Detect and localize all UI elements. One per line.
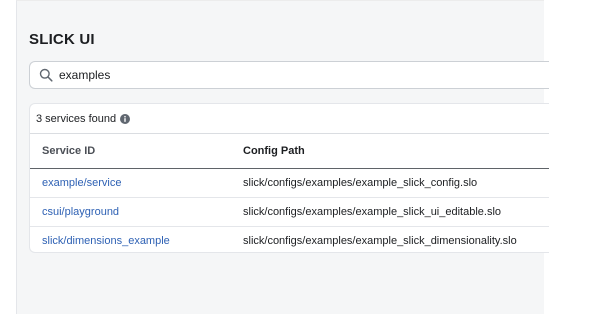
- service-id-link[interactable]: csui/playground: [42, 206, 119, 218]
- results-summary: 3 services found: [30, 104, 549, 134]
- column-header-config-path[interactable]: Config Path: [230, 145, 549, 157]
- search-box[interactable]: [29, 61, 549, 89]
- service-id-link[interactable]: example/service: [42, 177, 121, 189]
- config-path-cell: slick/configs/examples/example_slick_ui_…: [243, 206, 502, 218]
- service-id-link[interactable]: slick/dimensions_example: [42, 235, 170, 247]
- config-path-cell: slick/configs/examples/example_slick_dim…: [243, 235, 517, 247]
- config-path-cell: slick/configs/examples/example_slick_con…: [243, 177, 478, 189]
- table-row[interactable]: example/service slick/configs/examples/e…: [30, 169, 549, 198]
- column-header-service-id[interactable]: Service ID: [30, 145, 230, 157]
- results-panel: 3 services found Service ID Config Path …: [29, 103, 549, 253]
- search-input[interactable]: [59, 68, 519, 82]
- table-row[interactable]: csui/playground slick/configs/examples/e…: [30, 198, 549, 227]
- page-title: SLICK UI: [29, 31, 95, 48]
- table-header: Service ID Config Path: [30, 134, 549, 169]
- table-row[interactable]: slick/dimensions_example slick/configs/e…: [30, 227, 549, 255]
- results-count: 3 services found: [36, 112, 117, 125]
- main-panel: SLICK UI 3 services found Service ID Con…: [16, 0, 549, 314]
- info-icon[interactable]: [120, 113, 131, 124]
- search-icon: [39, 68, 53, 82]
